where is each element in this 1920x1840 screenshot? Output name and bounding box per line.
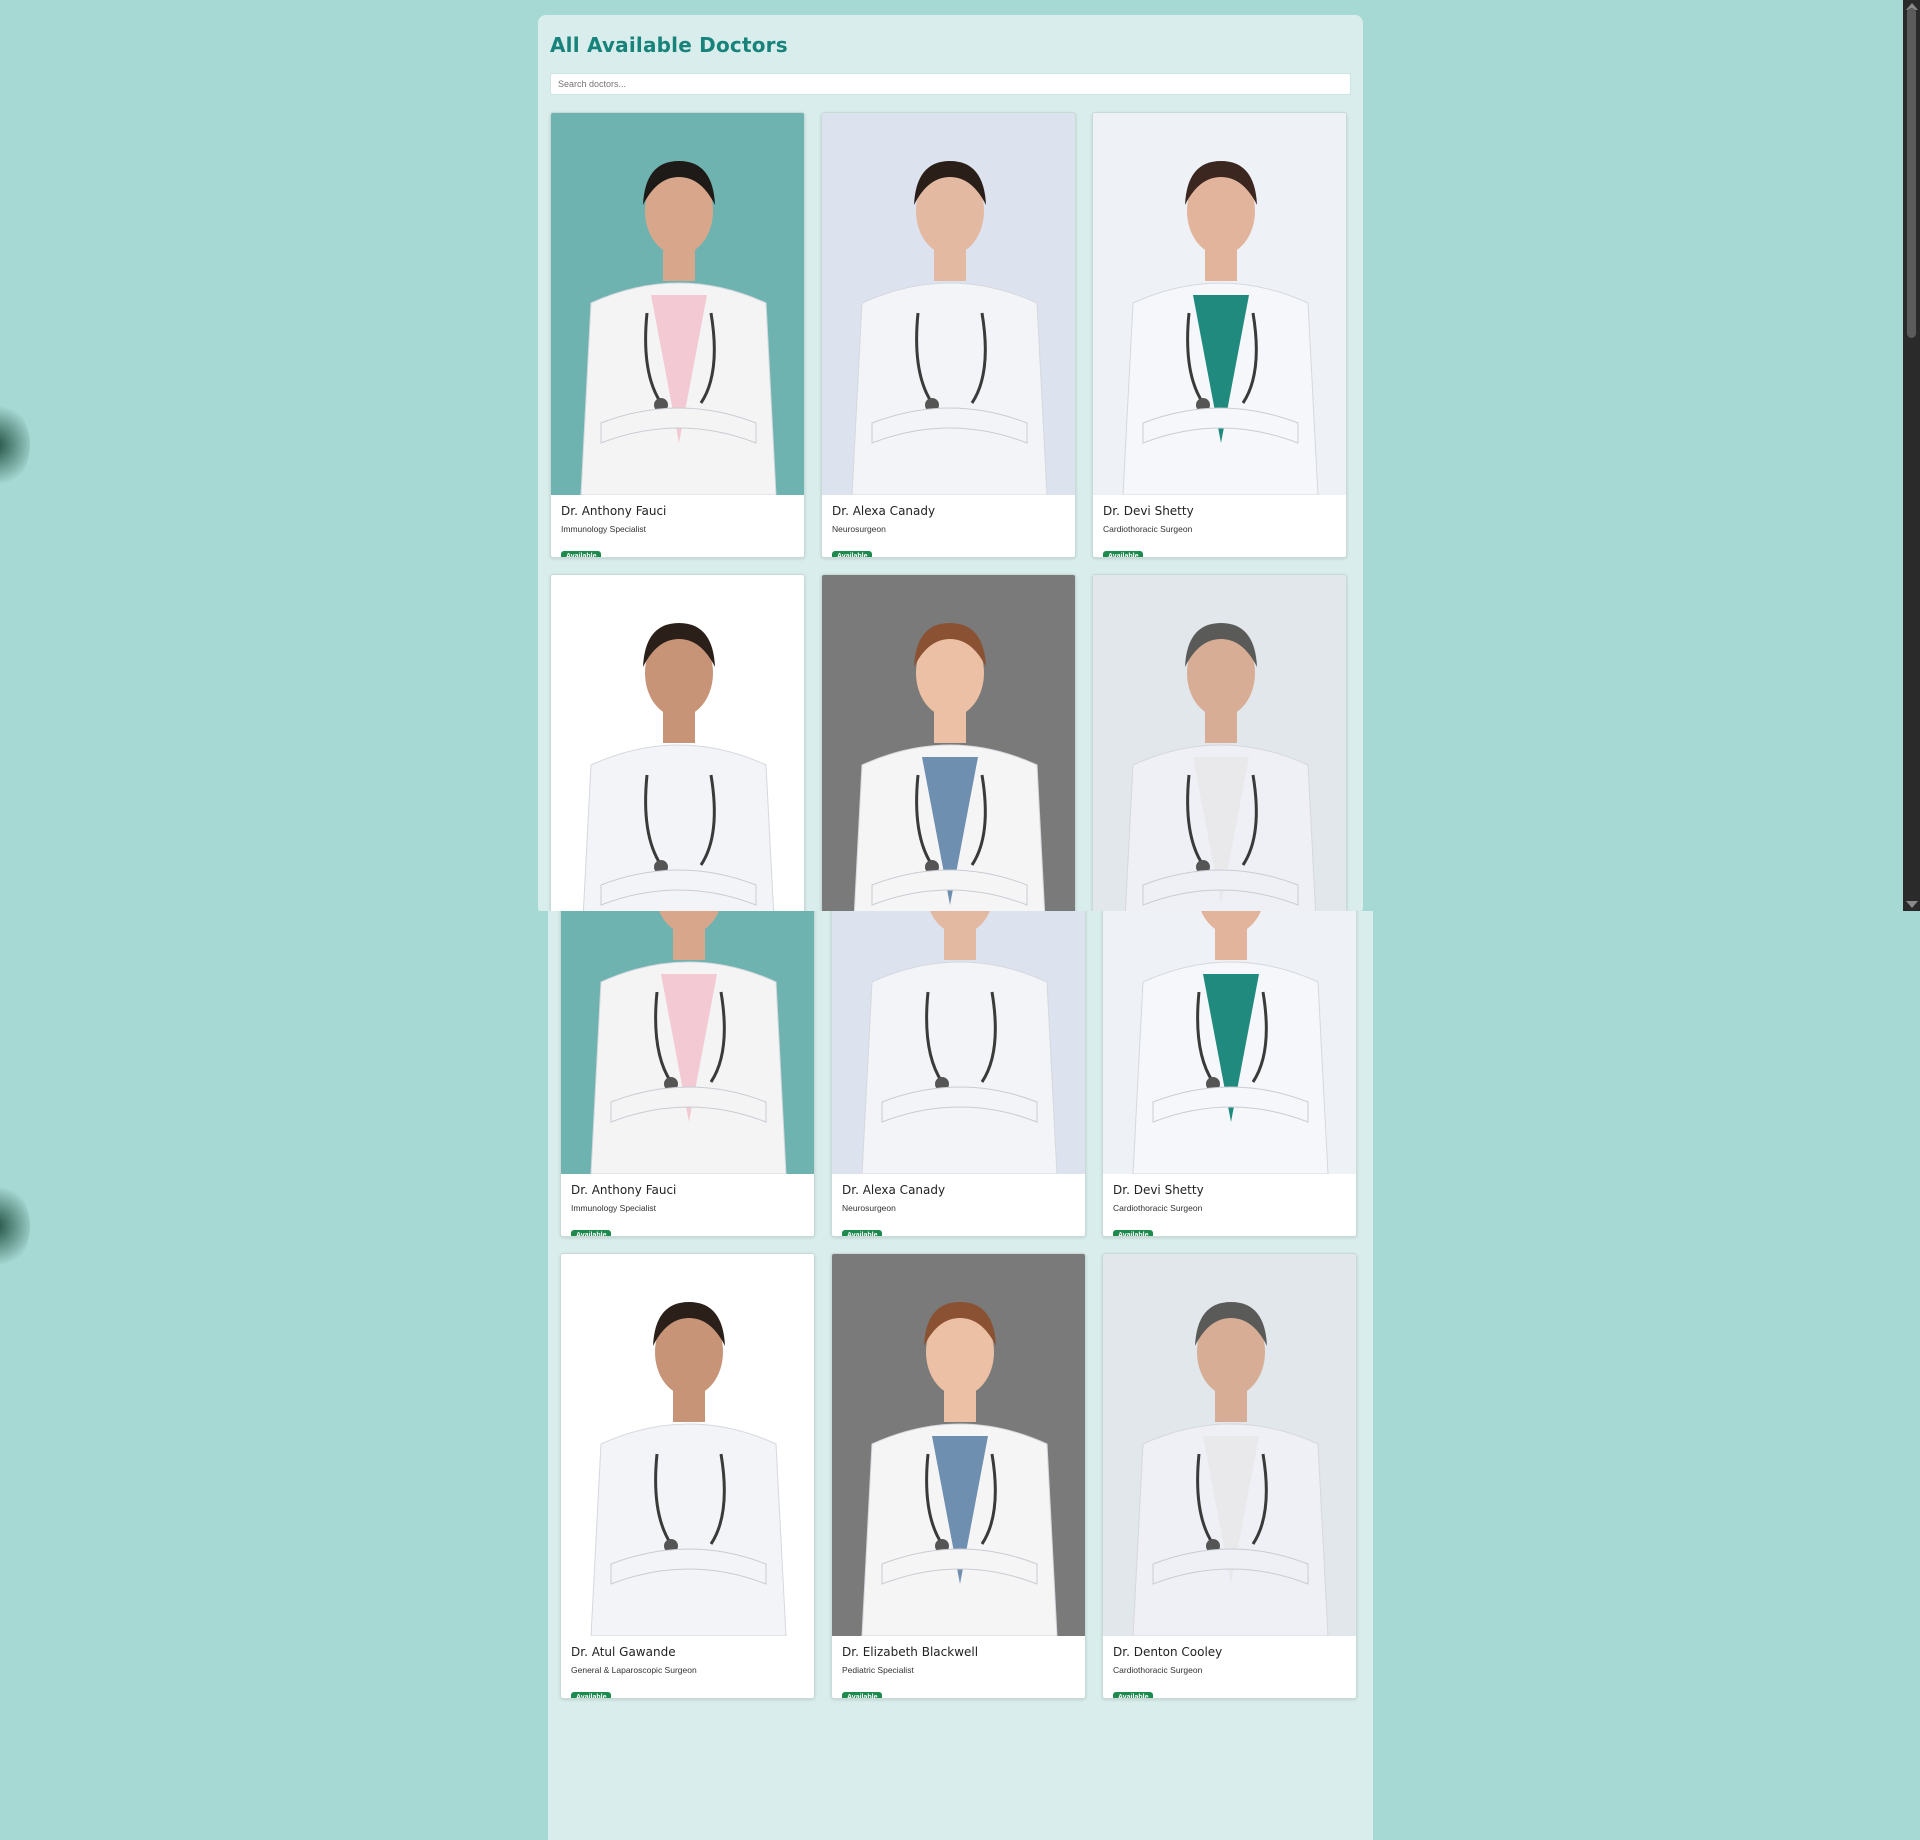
doctor-specialty: Cardiothoracic Surgeon [1103, 524, 1193, 534]
doctor-card[interactable]: Dr. Anthony Fauci Immunology Specialist … [550, 112, 805, 558]
doctor-name: Dr. Devi Shetty [1103, 504, 1194, 518]
doctor-photo [822, 113, 1075, 495]
status-badge: Available [561, 551, 602, 557]
doctor-name: Dr. Atul Gawande [571, 1645, 676, 1659]
status-badge: Available [571, 1230, 612, 1236]
status-badge: Available [571, 1692, 612, 1698]
doctor-specialty: Cardiothoracic Surgeon [1113, 1203, 1203, 1213]
doctor-card[interactable]: Dr. Atul Gawande General & Laparoscopic … [550, 574, 805, 911]
doctor-name: Dr. Devi Shetty [1113, 1183, 1204, 1197]
doctor-name: Dr. Anthony Fauci [561, 504, 667, 518]
status-badge: Available [1113, 1230, 1154, 1236]
doctor-photo [822, 575, 1075, 911]
doctor-card[interactable]: Dr. Denton Cooley Cardiothoracic Surgeon… [1102, 1253, 1357, 1699]
doctor-name: Dr. Alexa Canady [832, 504, 936, 518]
status-badge: Available [842, 1692, 883, 1698]
doctor-info: Dr. Alexa Canady Neurosurgeon Available [832, 1174, 1085, 1236]
doctor-name: Dr. Anthony Fauci [571, 1183, 677, 1197]
page-title: All Available Doctors [550, 33, 788, 57]
doctor-card[interactable]: Dr. Alexa Canady Neurosurgeon Available [831, 911, 1086, 1237]
doctor-photo [1093, 575, 1346, 911]
doctors-panel-scrolled: Dr. Anthony Fauci Immunology Specialist … [548, 911, 1373, 1840]
doctor-photo [561, 911, 814, 1174]
viewport-top: All Available Doctors Dr. Anthony Fauci … [0, 0, 1920, 911]
doctor-info: Dr. Alexa Canady Neurosurgeon Available [822, 495, 1075, 557]
doctor-info: Dr. Atul Gawande General & Laparoscopic … [561, 1636, 814, 1698]
doctor-photo [551, 113, 804, 495]
scroll-thumb[interactable] [1907, 8, 1916, 338]
doctor-info: Dr. Devi Shetty Cardiothoracic Surgeon A… [1093, 495, 1346, 557]
doctor-photo [832, 911, 1085, 1174]
doctor-photo [561, 1254, 814, 1636]
doctor-specialty: Immunology Specialist [571, 1203, 657, 1213]
doctor-specialty: Neurosurgeon [842, 1203, 896, 1213]
doctor-name: Dr. Elizabeth Blackwell [842, 1645, 979, 1659]
doctor-card[interactable]: Dr. Devi Shetty Cardiothoracic Surgeon A… [1092, 112, 1347, 558]
doctor-photo [1093, 113, 1346, 495]
doctor-specialty: Cardiothoracic Surgeon [1113, 1665, 1203, 1675]
status-badge: Available [832, 551, 873, 557]
status-badge: Available [1103, 551, 1144, 557]
doctor-photo [1103, 1254, 1356, 1636]
doctor-photo [832, 1254, 1085, 1636]
doctor-name: Dr. Alexa Canady [842, 1183, 946, 1197]
doctor-photo [551, 575, 804, 911]
doctor-card[interactable]: Dr. Alexa Canady Neurosurgeon Available [821, 112, 1076, 558]
doctors-panel: All Available Doctors Dr. Anthony Fauci … [538, 15, 1363, 911]
doctor-card[interactable]: Dr. Atul Gawande General & Laparoscopic … [560, 1253, 815, 1699]
doctor-info: Dr. Elizabeth Blackwell Pediatric Specia… [832, 1636, 1085, 1698]
doctor-info: Dr. Devi Shetty Cardiothoracic Surgeon A… [1103, 1174, 1356, 1236]
doctor-card[interactable]: Dr. Devi Shetty Cardiothoracic Surgeon A… [1102, 911, 1357, 1237]
doctor-photo [1103, 911, 1356, 1174]
status-badge: Available [842, 1230, 883, 1236]
doctor-card[interactable]: Dr. Elizabeth Blackwell Pediatric Specia… [821, 574, 1076, 911]
doctor-name: Dr. Denton Cooley [1113, 1645, 1223, 1659]
status-badge: Available [1113, 1692, 1154, 1698]
doctor-specialty: Pediatric Specialist [842, 1665, 914, 1675]
doctor-info: Dr. Denton Cooley Cardiothoracic Surgeon… [1103, 1636, 1356, 1698]
doctor-card[interactable]: Dr. Anthony Fauci Immunology Specialist … [560, 911, 815, 1237]
doctor-specialty: Immunology Specialist [561, 524, 647, 534]
scrollbar[interactable] [1903, 0, 1920, 911]
doctor-card[interactable]: Dr. Denton Cooley Cardiothoracic Surgeon… [1092, 574, 1347, 911]
doctor-specialty: General & Laparoscopic Surgeon [571, 1665, 697, 1675]
doctor-card[interactable]: Dr. Elizabeth Blackwell Pediatric Specia… [831, 1253, 1086, 1699]
doctor-grid: Dr. Anthony Fauci Immunology Specialist … [550, 112, 1351, 911]
doctor-info: Dr. Anthony Fauci Immunology Specialist … [551, 495, 804, 557]
doctor-specialty: Neurosurgeon [832, 524, 886, 534]
viewport-bottom: Dr. Anthony Fauci Immunology Specialist … [0, 911, 1920, 1840]
search-input[interactable] [550, 73, 1351, 95]
doctor-grid-scrolled: Dr. Anthony Fauci Immunology Specialist … [560, 911, 1361, 1699]
background-blob [0, 1181, 30, 1271]
background-blob [0, 400, 30, 490]
doctor-info: Dr. Anthony Fauci Immunology Specialist … [561, 1174, 814, 1236]
scroll-down-arrow-icon[interactable] [1906, 901, 1918, 908]
